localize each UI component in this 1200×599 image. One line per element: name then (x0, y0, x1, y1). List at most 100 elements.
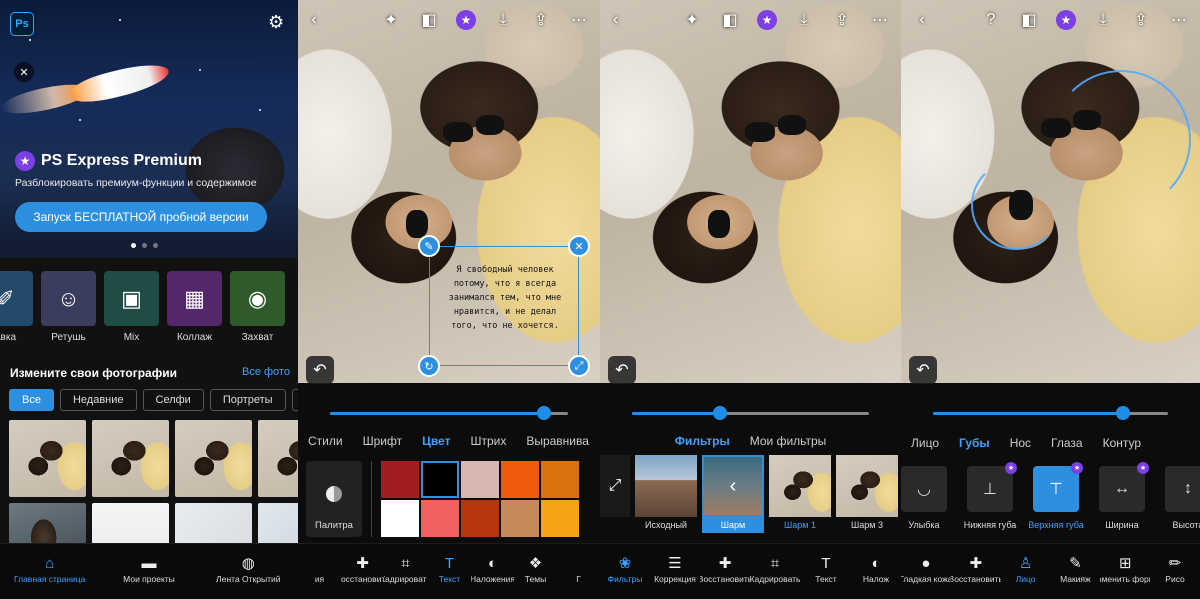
nav-item[interactable]: T Текст (801, 544, 851, 584)
expand-filters-button[interactable]: ⤢ (600, 455, 630, 533)
all-photos-link[interactable]: Все фото (242, 366, 290, 378)
tab-item[interactable]: Глаза (1041, 436, 1093, 458)
color-swatch[interactable] (421, 461, 459, 498)
filter-item[interactable]: Исходный (635, 455, 697, 533)
more-icon[interactable]: ⋯ (1168, 9, 1190, 31)
compare-icon[interactable]: ◧ (418, 9, 440, 31)
close-banner-button[interactable]: ✕ (14, 62, 34, 82)
nav-item[interactable]: ♙ Лицо (1001, 544, 1051, 584)
gear-icon[interactable]: ⚙ (268, 12, 284, 33)
nav-item[interactable]: ✎ Макияж (1050, 544, 1100, 584)
nav-item[interactable]: T Текст (428, 544, 471, 584)
filter-item[interactable]: Шарм 3 (836, 455, 898, 533)
nav-item[interactable]: ❖ Темы (514, 544, 557, 584)
tab-item[interactable]: Выравнива (516, 434, 599, 456)
compare-icon[interactable]: ◧ (719, 9, 741, 31)
photo-thumbnail[interactable] (92, 420, 169, 497)
nav-item[interactable]: ⌗ Кадрировать (384, 544, 427, 584)
nav-item[interactable]: ◐ Налож (851, 544, 901, 584)
undo-button[interactable]: ↶ (909, 356, 937, 384)
lip-feature-lower-lip[interactable]: ⊥ ★ Нижняя губа (964, 462, 1017, 530)
nav-item[interactable]: ✚ Восстановить (341, 544, 384, 584)
tab-item[interactable]: Мои фильтры (740, 434, 837, 456)
tab-item[interactable]: Нос (1000, 436, 1041, 458)
share-icon[interactable]: ⇪ (1130, 9, 1152, 31)
tool-camera[interactable]: ◉ Захват (230, 271, 285, 343)
nav-item[interactable]: ⊞ Изменить форму (1100, 544, 1150, 584)
tool-retouch-face[interactable]: ☺ Ретушь (41, 271, 96, 343)
color-swatch[interactable] (501, 500, 539, 537)
tab-item[interactable]: Губы (949, 436, 1000, 458)
nav-item[interactable]: ⌂ Главная страница (0, 544, 99, 584)
opacity-slider[interactable] (330, 406, 568, 420)
premium-star-icon[interactable]: ★ (757, 10, 777, 30)
color-swatch[interactable] (381, 461, 419, 498)
filter-chip[interactable]: Селфи (142, 389, 204, 411)
lip-feature-height[interactable]: ↕ Высота (1165, 466, 1200, 530)
carousel-dots[interactable] (131, 243, 158, 248)
carousel-dot[interactable] (153, 243, 158, 248)
color-swatch[interactable] (421, 500, 459, 537)
undo-button[interactable]: ↶ (306, 356, 334, 384)
slider-knob[interactable] (712, 406, 727, 420)
nav-item[interactable]: Г (557, 544, 600, 584)
more-icon[interactable]: ⋯ (568, 9, 590, 31)
tool-mix-image[interactable]: ▣ Mix (104, 271, 159, 343)
tab-item[interactable]: Контур (1093, 436, 1151, 458)
filter-item[interactable]: Шарм 1 (769, 455, 831, 533)
photo-canvas[interactable] (600, 0, 901, 383)
slider-knob[interactable] (537, 406, 552, 420)
resize-text-handle[interactable]: ⤢ (568, 355, 590, 377)
more-icon[interactable]: ⋯ (869, 9, 891, 31)
filter-chip[interactable]: Недавние (59, 389, 137, 411)
magic-wand-icon[interactable]: ✦ (380, 9, 402, 31)
tab-item[interactable]: Лицо (901, 436, 949, 458)
nav-item[interactable]: ◍ Лента Открытий (199, 544, 298, 584)
nav-item[interactable]: ия (298, 544, 341, 584)
tab-item[interactable]: Шрифт (353, 434, 412, 456)
nav-item[interactable]: ✚ Восстановить (700, 544, 750, 584)
back-chevron-icon[interactable]: ‹ (911, 9, 933, 31)
back-chevron-icon[interactable]: ‹ (308, 9, 320, 31)
photo-thumbnail[interactable] (9, 420, 86, 497)
nav-item[interactable]: ❀ Фильтры (600, 544, 650, 584)
share-icon[interactable]: ⇪ (831, 9, 853, 31)
color-swatch[interactable] (381, 500, 419, 537)
premium-star-icon[interactable]: ★ (1056, 10, 1076, 30)
back-chevron-icon[interactable]: ‹ (610, 9, 621, 31)
tab-item[interactable]: Фильтры (665, 434, 740, 456)
undo-button[interactable]: ↶ (608, 356, 636, 384)
photo-canvas[interactable] (901, 0, 1200, 383)
color-swatch[interactable] (541, 461, 579, 498)
nav-item[interactable]: ▬ Мои проекты (99, 544, 198, 584)
share-icon[interactable]: ⇪ (530, 9, 552, 31)
palette-button[interactable]: Палитра (306, 461, 362, 537)
filter-chip[interactable]: Все (9, 389, 54, 411)
tab-item[interactable]: Цвет (412, 434, 460, 456)
carousel-dot[interactable] (131, 243, 136, 248)
compare-icon[interactable]: ◧ (1018, 9, 1040, 31)
nav-item[interactable]: ✏ Рисо (1150, 544, 1200, 584)
nav-item[interactable]: ☰ Коррекция (650, 544, 700, 584)
text-overlay-box[interactable]: Я свободный человек потому, что я всегда… (429, 246, 579, 366)
edit-text-handle[interactable]: ✎ (418, 235, 440, 257)
delete-text-handle[interactable]: ✕ (568, 235, 590, 257)
nav-item[interactable]: ✚ Восстановить (951, 544, 1001, 584)
free-trial-button[interactable]: Запуск БЕСПЛАТНОЙ пробной версии (15, 202, 267, 232)
magic-wand-icon[interactable]: ✦ (681, 9, 703, 31)
feature-strength-slider[interactable] (933, 406, 1168, 420)
nav-item[interactable]: ⌗ Кадрировать (750, 544, 800, 584)
color-swatch[interactable] (461, 500, 499, 537)
filter-strength-slider[interactable] (632, 406, 869, 420)
tab-item[interactable]: Стили (298, 434, 353, 456)
lip-feature-smile[interactable]: ◡ Улыбка (901, 466, 947, 530)
rotate-text-handle[interactable]: ↻ (418, 355, 440, 377)
filter-chip[interactable]: Портреты (209, 389, 286, 411)
overlay-text[interactable]: Я свободный человек потому, что я всегда… (440, 263, 570, 333)
help-icon[interactable]: ? (980, 9, 1002, 31)
lip-feature-width[interactable]: ↔ ★ Ширина (1099, 462, 1149, 530)
lip-feature-upper-lip[interactable]: ⊤ ★ Верхняя губа (1028, 462, 1084, 530)
premium-star-icon[interactable]: ★ (456, 10, 476, 30)
carousel-dot[interactable] (142, 243, 147, 248)
download-icon[interactable]: ⤓ (1092, 9, 1114, 31)
